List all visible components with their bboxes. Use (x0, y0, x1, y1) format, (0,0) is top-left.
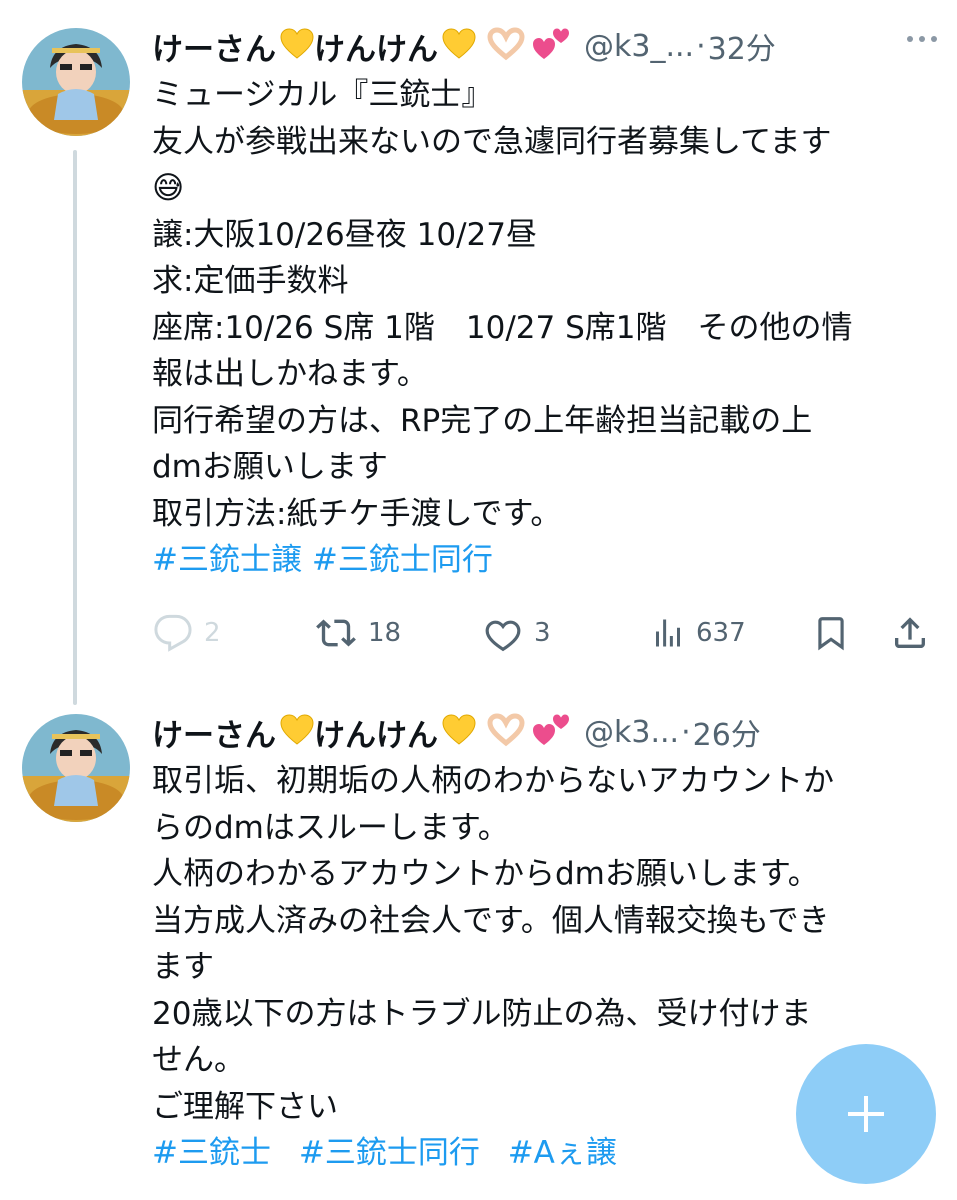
reply-icon (154, 614, 192, 652)
views-count: 637 (696, 618, 746, 648)
avatar-image (22, 28, 130, 136)
hashtag-link[interactable]: #三銃士同行 (312, 542, 493, 578)
like-button[interactable]: 3 (482, 608, 551, 658)
like-icon (485, 620, 521, 652)
more-options-icon[interactable] (907, 36, 937, 42)
tweet-line: 取引垢、初期垢の人柄のわからないアカウントか (152, 763, 834, 799)
tweet-line: ミュージカル『三銃士』 (152, 77, 493, 113)
timestamp[interactable]: 26分 (693, 710, 761, 754)
tweet-line: 😅 (152, 170, 185, 206)
avatar[interactable] (22, 714, 130, 822)
tweet-line: 座席:10/26 S席 1階 10/27 S席1階 その他の情 (152, 309, 853, 346)
timestamp[interactable]: 32分 (708, 24, 776, 68)
tweet-line: 同行希望の方は、RP完了の上年齢担当記載の上 (152, 402, 813, 439)
retweet-button[interactable]: 18 (314, 608, 401, 658)
hashtag-link[interactable]: #三銃士同行 (299, 1135, 480, 1171)
bookmark-button[interactable] (812, 608, 850, 658)
tweet-line: 当方成人済みの社会人です。個人情報交換もでき (152, 902, 830, 939)
bookmark-icon (818, 617, 844, 651)
share-icon (895, 617, 925, 648)
hashtag-link[interactable]: #Aぇ譲 (508, 1135, 617, 1171)
yellow-heart-icon (280, 27, 314, 59)
tweet-line: ます (152, 949, 214, 985)
reply-button[interactable]: 2 (152, 608, 221, 658)
reply-count: 2 (204, 618, 221, 648)
avatar-image (22, 714, 130, 822)
yellow-heart-icon (280, 713, 314, 745)
yellow-heart-icon (442, 27, 476, 59)
yellow-heart-icon (442, 713, 476, 745)
like-count: 3 (534, 618, 551, 648)
retweet-icon (316, 619, 356, 647)
avatar[interactable] (22, 28, 130, 136)
tweet-line: 報は出しかねます。 (152, 356, 428, 392)
share-button[interactable] (890, 608, 930, 658)
tweet-line: 20歳以下の方はトラブル防止の為、受け付けま (152, 995, 812, 1032)
display-name[interactable]: けーさん けんけん (152, 24, 572, 69)
separator-dot: · (696, 28, 706, 64)
user-handle[interactable]: @k3_... (584, 29, 694, 64)
plus-icon (848, 1096, 884, 1132)
tweet-line: 友人が参戦出来ないので急遽同行者募集してます (152, 123, 832, 160)
tweet-header: けーさん けんけん @k3_... · 32分 (152, 18, 776, 74)
tweet-text: ミュージカル『三銃士』 友人が参戦出来ないので急遽同行者募集してます 😅 譲:大… (152, 72, 937, 584)
tweet-line: dmお願いします (152, 449, 388, 485)
tweet-line: 譲:大阪10/26昼夜 10/27昼 (152, 216, 537, 253)
hashtag-link[interactable]: #三銃士 (152, 1135, 271, 1171)
hashtag-link[interactable]: #三銃士譲 (152, 542, 302, 578)
heart-hands-icon (487, 712, 525, 746)
views-button[interactable]: 637 (650, 608, 746, 658)
user-handle[interactable]: @k3... (584, 715, 679, 750)
two-hearts-icon (533, 28, 569, 59)
display-name[interactable]: けーさん けんけん (152, 710, 572, 755)
tweet-header: けーさん けんけん @k3... · 26分 (152, 704, 761, 760)
retweet-count: 18 (368, 618, 402, 648)
tweet-line: 求:定価手数料 (152, 263, 349, 299)
two-hearts-icon (533, 714, 569, 745)
heart-hands-icon (487, 26, 525, 60)
compose-tweet-button[interactable] (796, 1044, 936, 1184)
tweet-actions: 2 18 3 637 (0, 608, 957, 658)
views-icon (656, 619, 680, 647)
separator-dot: · (681, 714, 691, 750)
tweet-line: らのdmはスルーします。 (152, 809, 509, 846)
tweet-line: 取引方法:紙チケ手渡しです。 (152, 495, 562, 532)
tweet-line: 人柄のわかるアカウントからdmお願いします。 (152, 856, 819, 892)
